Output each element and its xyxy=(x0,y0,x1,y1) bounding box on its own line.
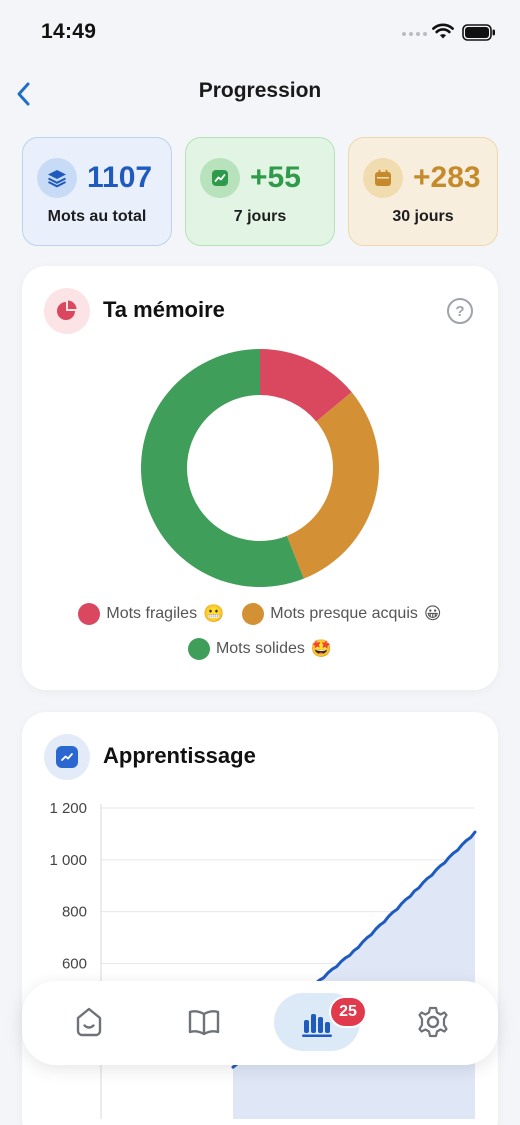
legend-dot xyxy=(78,603,101,625)
donut-slice xyxy=(286,392,379,579)
stat-value: +55 xyxy=(250,161,301,194)
stat-value: +283 xyxy=(413,161,481,194)
legend-item-almost: Mots presque acquis 😀 xyxy=(242,603,442,625)
legend-label: Mots fragiles xyxy=(106,605,198,622)
legend-emoji: 🤩 xyxy=(310,639,333,659)
status-bar: 14:49 xyxy=(0,0,520,64)
legend-item-fragile: Mots fragiles 😬 xyxy=(78,603,224,625)
stat-card-7-days: +55 7 jours xyxy=(185,137,335,246)
stat-value: 1107 xyxy=(87,161,153,194)
legend-dot xyxy=(242,603,265,625)
home-icon xyxy=(76,1007,102,1037)
stat-label: Mots au total xyxy=(47,208,147,225)
book-icon xyxy=(188,1010,220,1036)
gear-icon xyxy=(418,1006,448,1038)
legend-label: Mots solides xyxy=(215,640,305,657)
stat-label: 7 jours xyxy=(233,208,287,225)
signal-dots-icon xyxy=(402,32,427,36)
legend-label: Mots presque acquis xyxy=(270,605,418,622)
memory-card: Ta mémoire ? Mots fragiles 😬 Mots presqu… xyxy=(22,266,498,690)
stat-card-total: 1107 Mots au total xyxy=(22,137,172,246)
legend-item-solid: Mots solides 🤩 xyxy=(187,638,333,660)
memory-donut-chart xyxy=(141,349,379,587)
y-tick-label: 600 xyxy=(62,956,87,973)
battery-icon xyxy=(462,24,495,41)
stat-label: 30 jours xyxy=(392,208,454,225)
legend-dot xyxy=(187,638,210,660)
tab-settings[interactable] xyxy=(390,993,476,1051)
area-fill xyxy=(233,832,475,1119)
help-icon[interactable]: ? xyxy=(447,298,473,324)
stat-card-30-days: +283 30 jours xyxy=(348,137,498,246)
y-tick-label: 1 200 xyxy=(49,800,87,817)
trend-up-icon xyxy=(200,158,240,198)
pie-chart-icon xyxy=(44,288,90,334)
y-tick-label: 1 000 xyxy=(49,852,87,869)
legend-emoji: 😀 xyxy=(423,604,442,624)
status-time: 14:49 xyxy=(41,20,97,43)
layers-icon xyxy=(37,158,77,198)
tab-bar: 25 xyxy=(22,981,498,1065)
notification-badge: 25 xyxy=(329,996,367,1028)
memory-title: Ta mémoire xyxy=(103,297,225,322)
calendar-icon xyxy=(363,158,403,198)
page-title: Progression xyxy=(198,79,322,102)
tab-book[interactable] xyxy=(161,993,247,1051)
memory-legend: Mots fragiles 😬 Mots presque acquis 😀 Mo… xyxy=(22,600,498,670)
tab-home[interactable] xyxy=(46,993,132,1051)
legend-emoji: 😬 xyxy=(203,604,225,624)
y-tick-label: 800 xyxy=(62,904,87,921)
wifi-icon xyxy=(432,23,454,39)
